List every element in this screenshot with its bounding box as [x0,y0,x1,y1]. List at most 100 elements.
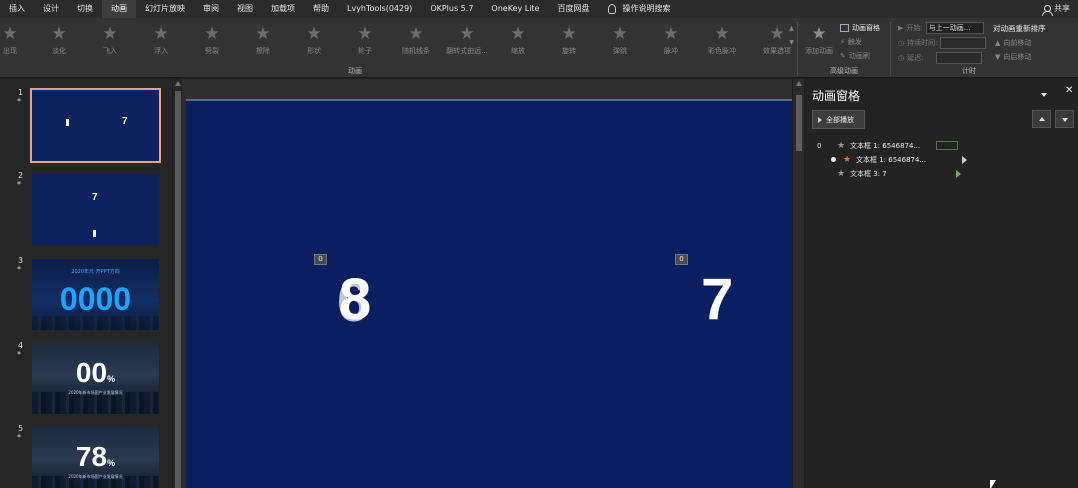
group-label-animation: 动画 [348,67,362,75]
play-all-button[interactable]: 全部播放 [812,110,865,129]
bounce-star-icon: ★ [612,24,628,44]
animation-list-item[interactable]: ★ 文本框 3: 7 [817,167,1067,180]
anim-appear[interactable]: ★ 出现 [0,24,34,56]
tab-help[interactable]: 帮助 [304,0,338,18]
wipe-star-icon: ★ [255,24,271,44]
tab-slideshow[interactable]: 幻灯片放映 [136,0,194,18]
move-earlier-button[interactable]: ▲ 向前移动 [995,38,1031,48]
anim-split[interactable]: ★ 劈裂 [188,24,236,56]
slide-editor: 0 0 6 8 7 [182,79,793,488]
tab-onekey[interactable]: OneKey Lite [482,0,548,18]
slide-thumbnail-5[interactable]: 78% 2020年新市场国产业发展情况 [32,427,159,488]
tab-transitions[interactable]: 切换 [68,0,102,18]
timeline-bar [936,141,958,150]
slide-thumbnail-4[interactable]: 00% 2020年新市场国产业发展情况 [32,343,159,414]
tab-lvyhtools[interactable]: LvyhTools(0429) [338,0,421,18]
tab-view[interactable]: 视图 [228,0,262,18]
mouse-cursor-icon [990,480,996,488]
row-label: 文本框 1: 6546874... [850,141,921,150]
anim-zoom[interactable]: ★ 缩放 [494,24,542,56]
tell-me-search[interactable]: 操作说明搜索 [598,0,679,18]
shape-star-icon: ★ [306,24,322,44]
anim-grow-turn[interactable]: ★ 翻转式由远... [443,24,491,56]
tab-baidu[interactable]: 百度网盘 [548,0,598,18]
grow-turn-star-icon: ★ [459,24,475,44]
anim-color-pulse[interactable]: ★ 彩色脉冲 [698,24,746,56]
editor-scrollbar[interactable] [792,79,804,488]
anim-swivel[interactable]: ★ 旋转 [545,24,593,56]
animation-pane-button[interactable]: 动画窗格 [840,23,880,33]
tab-animations[interactable]: 动画 [102,0,136,18]
move-down-button[interactable] [1055,110,1074,128]
effect-star-icon: ★ [837,168,846,179]
play-icon: ▶ [898,24,904,32]
scroll-up-icon[interactable] [796,81,802,86]
start-row: ▶ 开始: 与上一动画... [898,22,984,34]
animation-list-item[interactable]: ★ 文本框 1: 6546874... [817,153,1067,166]
gallery-down-icon[interactable]: ▼ [787,36,796,50]
anim-random-bars[interactable]: ★ 随机线条 [392,24,440,56]
pane-title: 动画窗格 [812,89,861,103]
close-icon[interactable]: ✕ [1065,85,1073,96]
anim-wipe[interactable]: ★ 擦除 [239,24,287,56]
start-dropdown[interactable]: 与上一动画... [925,22,984,34]
trigger-button[interactable]: ⚡ 触发 [840,37,862,47]
add-animation-button[interactable]: ★ 添加动画 [800,24,838,56]
anim-indicator-icon: * [17,433,21,442]
slide-thumbnail-2[interactable]: 7 [32,174,159,245]
animation-painter-button[interactable]: ✎ 动画刷 [840,51,870,61]
emphasis-star-icon: ★ [843,154,852,165]
anim-shape[interactable]: ★ 形状 [290,24,338,56]
gallery-up-icon[interactable]: ▲ [787,22,796,36]
anim-wheel[interactable]: ★ 轮子 [341,24,389,56]
tab-insert[interactable]: 插入 [0,0,34,18]
anim-indicator-icon: * [17,97,21,106]
tab-design[interactable]: 设计 [34,0,68,18]
slide-thumbnail-1[interactable]: 7 [30,88,161,163]
anim-float-in[interactable]: ★ 浮入 [137,24,185,56]
brush-icon: ✎ [840,52,846,60]
animation-list-item[interactable]: 0 ★ 文本框 1: 6546874... [817,139,1067,152]
clock-icon: ◷ [898,54,905,62]
scrollbar-thumb[interactable] [175,91,181,488]
play-triangle-icon [956,169,961,178]
move-up-button[interactable] [1032,110,1051,128]
scrollbar-thumb[interactable] [796,95,802,151]
triangle-up-icon: ▲ [995,39,1001,47]
zoom-star-icon: ★ [510,24,526,44]
thumb-title: 2020年元 开PPT方向 [71,269,120,275]
tab-review[interactable]: 审阅 [194,0,228,18]
pane-options-icon[interactable] [1041,93,1047,97]
slide-canvas[interactable]: 0 0 6 8 7 [186,99,793,488]
thumb-bar [66,119,69,126]
tab-addins[interactable]: 加载项 [262,0,304,18]
gallery-scroll[interactable]: ▲ ▼ [787,22,796,66]
lightbulb-icon [608,4,617,14]
row-label: 文本框 1: 6546874... [856,155,927,164]
menu-bar: 插入 设计 切换 动画 幻灯片放映 审阅 视图 加载项 帮助 LvyhTools… [0,0,1078,18]
anim-fade[interactable]: ★ 淡化 [35,24,83,56]
textbox-number-left[interactable]: 8 [339,271,371,329]
duration-input[interactable] [940,37,987,49]
anim-pulse[interactable]: ★ 脉冲 [647,24,695,56]
share-button[interactable]: 共享 [1042,0,1070,18]
anim-fly-in[interactable]: ★ 飞入 [86,24,134,56]
delay-input[interactable] [936,52,983,64]
triangle-down-icon: ▼ [995,53,1001,61]
color-pulse-star-icon: ★ [714,24,730,44]
anim-bounce[interactable]: ★ 弹跳 [596,24,644,56]
textbox-number-right[interactable]: 7 [701,271,733,329]
slide-thumbnail-3[interactable]: 2020年元 开PPT方向 0000 [32,259,159,330]
thumbnail-scrollbar[interactable] [172,79,182,488]
random-bars-star-icon: ★ [408,24,424,44]
animation-tag-right[interactable]: 0 [675,254,688,265]
row-label: 文本框 3: 7 [850,169,887,178]
thumb-digit: 7 [92,192,98,203]
clock-icon: ◷ [898,39,905,47]
animation-tag-left[interactable]: 0 [314,254,327,265]
add-animation-icon: ★ [811,24,827,44]
move-later-button[interactable]: ▼ 向后移动 [995,52,1031,62]
scroll-up-icon[interactable] [175,81,181,86]
tab-okplus[interactable]: OKPlus 5.7 [421,0,482,18]
thumb-bar [93,230,96,237]
